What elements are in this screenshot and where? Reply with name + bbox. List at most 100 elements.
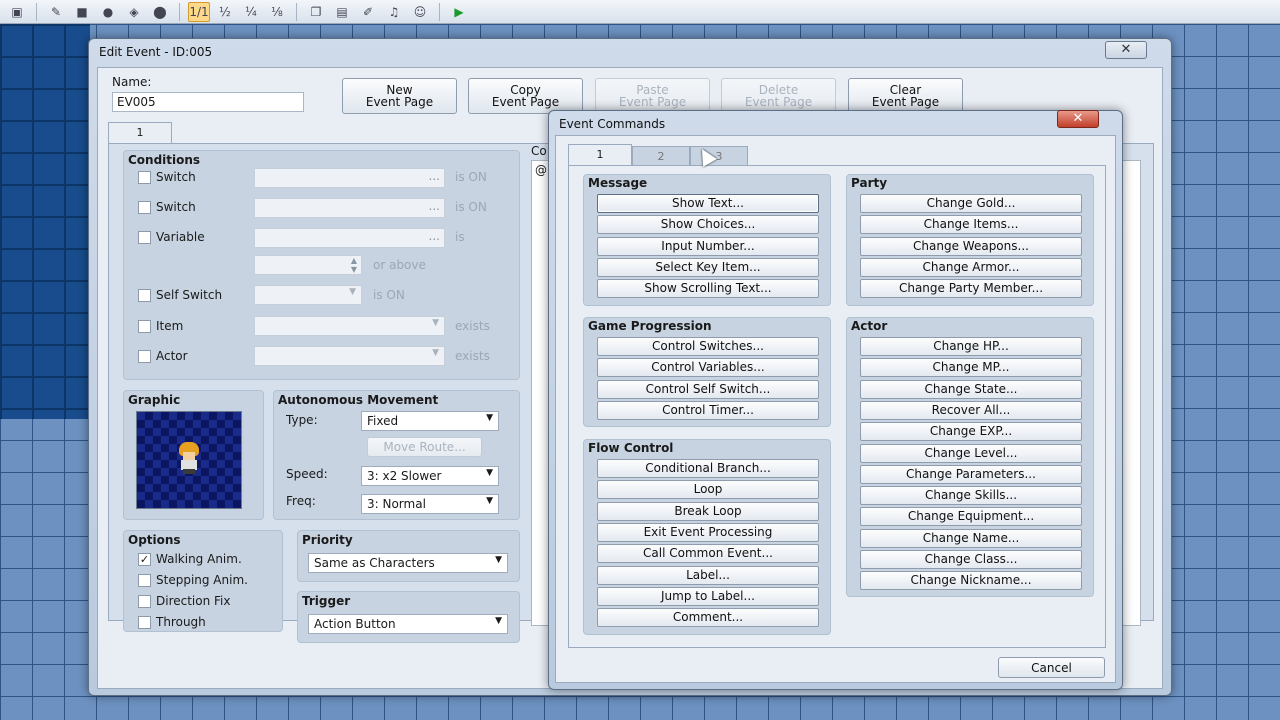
command-button[interactable]: Change Party Member... <box>860 279 1082 299</box>
item-checkbox[interactable] <box>138 320 151 333</box>
command-button[interactable]: Change Nickname... <box>860 571 1082 591</box>
command-button[interactable]: Change EXP... <box>860 422 1082 442</box>
self-switch-select[interactable]: ▼ <box>254 285 362 305</box>
tab-2[interactable]: 2 <box>632 146 690 166</box>
freq-select[interactable]: 3: Normal ▼ <box>361 494 499 514</box>
tab-page-1[interactable]: 1 <box>108 122 172 144</box>
command-button[interactable]: Select Key Item... <box>597 257 819 277</box>
playtest-icon[interactable]: ▶ <box>448 2 470 22</box>
type-select[interactable]: Fixed ▼ <box>361 411 499 431</box>
flow-control-title: Flow Control <box>588 441 674 455</box>
conditions-title: Conditions <box>128 153 201 167</box>
ellipse-icon[interactable]: ● <box>97 2 119 22</box>
copy-event-page-button[interactable]: Copy Event Page <box>468 78 583 114</box>
item-select[interactable]: ▼ <box>254 316 445 336</box>
fill-icon[interactable]: ◈ <box>123 2 145 22</box>
command-button[interactable]: Conditional Branch... <box>597 459 819 478</box>
command-button[interactable]: Break Loop <box>597 501 819 521</box>
variable-checkbox[interactable] <box>138 231 151 244</box>
command-button[interactable]: Change Items... <box>860 215 1082 235</box>
command-button[interactable]: Show Choices... <box>597 215 819 235</box>
command-button[interactable]: Loop <box>597 480 819 500</box>
command-button[interactable]: Change Equipment... <box>860 507 1082 527</box>
zoom-quarter-icon[interactable]: ¼ <box>240 2 262 22</box>
script-editor-icon[interactable]: ✐ <box>357 2 379 22</box>
rectangle-icon[interactable]: ■ <box>71 2 93 22</box>
database-icon[interactable]: ▤ <box>331 2 353 22</box>
speed-value: 3: x2 Slower <box>367 469 442 483</box>
chevron-down-icon: ▼ <box>432 348 439 358</box>
command-button[interactable]: Change MP... <box>860 358 1082 378</box>
zoom-1-icon[interactable]: 1/1 <box>188 1 210 22</box>
name-input[interactable]: EV005 <box>112 92 304 112</box>
command-button[interactable]: Change Parameters... <box>860 464 1082 484</box>
command-button[interactable]: Change Gold... <box>860 194 1082 213</box>
variable-value-spinner[interactable]: ▲ ▼ <box>254 255 362 275</box>
switch1-field[interactable]: ... <box>254 168 445 188</box>
sound-test-icon[interactable]: ♫ <box>383 2 405 22</box>
stepping-anim-label: Stepping Anim. <box>156 573 248 587</box>
command-button[interactable]: Show Scrolling Text... <box>597 279 819 299</box>
close-button[interactable]: ✕ <box>1057 110 1099 128</box>
command-button[interactable]: Input Number... <box>597 236 819 256</box>
name-label: Name: <box>112 75 152 89</box>
command-button[interactable]: Control Self Switch... <box>597 379 819 399</box>
command-button[interactable]: Control Timer... <box>597 400 819 420</box>
through-checkbox[interactable] <box>138 616 151 629</box>
toolbar-separator <box>179 2 180 21</box>
character-generator-icon[interactable]: ☺ <box>409 2 431 22</box>
switch2-checkbox[interactable] <box>138 201 151 214</box>
zoom-eighth-icon[interactable]: ⅛ <box>266 2 288 22</box>
pencil-icon[interactable]: ✎ <box>45 2 67 22</box>
variable-field[interactable]: ... <box>254 228 445 248</box>
command-button[interactable]: Recover All... <box>860 400 1082 420</box>
command-button[interactable]: Show Text... <box>597 194 819 213</box>
command-button[interactable]: Change Class... <box>860 550 1082 569</box>
command-button[interactable]: Jump to Label... <box>597 586 819 606</box>
command-button[interactable]: Comment... <box>597 608 819 628</box>
stepping-anim-checkbox[interactable] <box>138 574 151 587</box>
game-progression-title: Game Progression <box>588 319 712 333</box>
command-button[interactable]: Change Weapons... <box>860 236 1082 256</box>
clear-event-page-button[interactable]: Clear Event Page <box>848 78 963 114</box>
command-button[interactable]: Label... <box>597 565 819 585</box>
self-switch-checkbox[interactable] <box>138 289 151 302</box>
command-button[interactable]: Change Skills... <box>860 486 1082 506</box>
command-button[interactable]: Change Name... <box>860 528 1082 548</box>
item-exists: exists <box>455 319 490 333</box>
trigger-select[interactable]: Action Button ▼ <box>308 614 508 634</box>
move-route-button[interactable]: Move Route... <box>367 437 482 457</box>
paste-event-page-button[interactable]: Paste Event Page <box>595 78 710 114</box>
direction-fix-checkbox[interactable] <box>138 595 151 608</box>
through-label: Through <box>156 615 206 629</box>
switch1-checkbox[interactable] <box>138 171 151 184</box>
speed-select[interactable]: 3: x2 Slower ▼ <box>361 466 499 486</box>
command-button[interactable]: Control Variables... <box>597 358 819 378</box>
command-button[interactable]: Change Armor... <box>860 257 1082 277</box>
actor-checkbox[interactable] <box>138 350 151 363</box>
command-button[interactable]: Exit Event Processing <box>597 522 819 542</box>
command-button[interactable]: Control Switches... <box>597 337 819 356</box>
command-button[interactable]: Call Common Event... <box>597 544 819 564</box>
zoom-half-icon[interactable]: ½ <box>214 2 236 22</box>
type-value: Fixed <box>367 414 399 428</box>
delete-event-page-button[interactable]: Delete Event Page <box>721 78 836 114</box>
actor-select[interactable]: ▼ <box>254 346 445 366</box>
shadow-pen-icon[interactable]: ⬤ <box>149 2 171 22</box>
options-group: Options ✓ Walking Anim. Stepping Anim. D… <box>123 530 283 632</box>
close-button[interactable]: ✕ <box>1105 41 1147 59</box>
graphic-preview[interactable] <box>136 411 242 509</box>
tab-1[interactable]: 1 <box>568 144 632 166</box>
map-tiles[interactable] <box>0 24 90 419</box>
map-icon[interactable]: ▣ <box>6 2 28 22</box>
command-button[interactable]: Change State... <box>860 379 1082 399</box>
command-button[interactable]: Change HP... <box>860 337 1082 356</box>
trigger-title: Trigger <box>302 594 351 608</box>
switch2-field[interactable]: ... <box>254 198 445 218</box>
walking-anim-checkbox[interactable]: ✓ <box>138 553 151 566</box>
new-event-page-button[interactable]: New Event Page <box>342 78 457 114</box>
resource-manager-icon[interactable]: ❐ <box>305 2 327 22</box>
command-button[interactable]: Change Level... <box>860 443 1082 463</box>
cancel-button[interactable]: Cancel <box>998 657 1105 678</box>
priority-select[interactable]: Same as Characters ▼ <box>308 553 508 573</box>
